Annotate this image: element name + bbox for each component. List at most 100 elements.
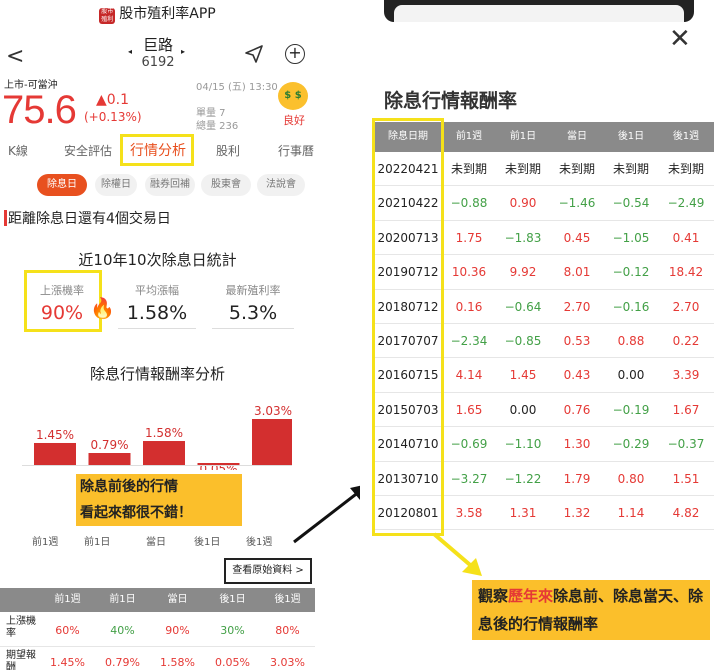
return-cell: 1.45 <box>509 368 537 383</box>
sub-tabs: 除息日 除權日 融券回補 股東會 法說會 <box>0 172 315 198</box>
tab-highlight-box <box>120 134 194 166</box>
money-face-icon: $ $ <box>278 82 308 110</box>
return-cell: −2.49 <box>667 196 705 211</box>
summary-row-label: 期望報酬 <box>6 650 36 670</box>
summary-table-header: 前1週 前1日 當日 後1日 後1週 <box>0 588 315 612</box>
subtab-margin[interactable]: 融券回補 <box>145 174 195 196</box>
return-cell: 未到期 <box>504 162 541 176</box>
col-header: 前1週 <box>455 131 483 142</box>
subtab-shareholder[interactable]: 股東會 <box>201 174 251 196</box>
return-cell: −0.16 <box>612 299 650 314</box>
return-cell: −1.83 <box>504 230 542 245</box>
app-title-bar: 股市 殖利 股市殖利率APP <box>0 0 315 28</box>
summary-cell: 1.58% <box>160 656 195 669</box>
summary-cell: 1.45% <box>50 656 85 669</box>
avg-rise-label: 平均漲幅 <box>135 284 179 297</box>
return-cell: 1.31 <box>509 506 537 520</box>
return-cell: −0.37 <box>667 437 705 452</box>
return-cell: 未到期 <box>667 162 704 176</box>
latest-yield-value: 5.3% <box>228 302 278 324</box>
return-bar-chart: 1.45%0.79%1.58%0.05%3.03% <box>22 404 292 470</box>
bar-value-label: 0.79% <box>90 438 128 452</box>
x-tick-label: 前1週 <box>32 537 59 548</box>
return-cell: −1.10 <box>504 437 542 452</box>
overlay-line: 看起來都很不錯！ <box>80 505 192 521</box>
view-raw-data-button[interactable]: 查看原始資料 > <box>224 558 312 584</box>
col-header: 當日 <box>567 131 587 142</box>
quote-datetime: 04/15 (五) 13:30 <box>196 82 278 93</box>
return-cell: −0.54 <box>612 196 650 211</box>
summary-row-label: 上漲機率 <box>6 616 36 639</box>
bar <box>34 442 76 465</box>
modal-screen-right: ✕ 除息行情報酬率 除息日期 前1週 前1日 當日 後1日 後1週 202204… <box>360 0 720 670</box>
return-cell: 18.42 <box>668 265 704 280</box>
return-cell: 1.51 <box>672 471 700 486</box>
return-cell: 0.45 <box>563 230 591 245</box>
return-cell: −0.88 <box>450 196 488 211</box>
summary-cell: 0.05% <box>215 656 250 669</box>
return-cell: 8.01 <box>563 265 591 280</box>
analysis-title: 除息行情報酬率分析 <box>89 365 225 383</box>
return-cell: 4.14 <box>455 368 483 383</box>
divider <box>0 646 315 647</box>
tab-safety[interactable]: 安全評估 <box>64 136 112 166</box>
return-cell: 0.41 <box>672 230 700 245</box>
x-tick-label: 當日 <box>146 537 166 548</box>
note-highlight: 歷年來 <box>508 587 554 605</box>
avg-rise-value: 1.58% <box>126 302 188 324</box>
return-cell: 0.88 <box>617 334 645 348</box>
return-cell: 0.00 <box>509 402 537 417</box>
price-change: ▲0.1 <box>96 92 130 108</box>
subtab-ex-rights[interactable]: 除權日 <box>95 174 137 196</box>
return-cell: 1.65 <box>455 402 483 417</box>
back-arrow-icon[interactable]: < <box>6 44 24 69</box>
return-cell: −1.22 <box>504 471 542 486</box>
return-cell: 1.30 <box>563 437 591 452</box>
tab-kline[interactable]: K線 <box>8 136 28 166</box>
stock-price: 75.6 <box>2 88 77 132</box>
overlay-comment: 除息前後的行情 看起來都很不錯！ <box>76 474 242 526</box>
tab-dividend[interactable]: 股利 <box>216 136 240 166</box>
mood-label: 良好 <box>283 114 305 127</box>
share-send-icon[interactable] <box>244 44 264 64</box>
fire-icon: 🔥 <box>90 296 115 320</box>
add-watchlist-icon[interactable]: + <box>285 44 305 64</box>
date-column-highlight-box <box>372 118 444 536</box>
bar <box>88 453 131 465</box>
return-cell: 4.82 <box>672 506 700 520</box>
bar <box>252 419 292 465</box>
return-cell: 3.58 <box>455 506 483 520</box>
subtab-ex-dividend[interactable]: 除息日 <box>37 174 87 196</box>
app-screen-left: 股市 殖利 股市殖利率APP < ◂ 巨路 6192 ▸ + 上市-可當沖 04/1… <box>0 0 315 670</box>
x-tick-label: 後1日 <box>194 537 221 548</box>
tab-calendar[interactable]: 行事曆 <box>278 136 314 166</box>
chart-x-labels: 前1週 前1日 當日 後1日 後1週 <box>22 533 292 549</box>
return-cell: 0.90 <box>509 196 537 211</box>
subtab-briefing[interactable]: 法說會 <box>257 174 305 196</box>
total-volume: 總量 236 <box>196 121 239 132</box>
stock-code: 6192 <box>141 55 175 70</box>
return-cell: −1.46 <box>558 196 596 211</box>
summary-col-header: 後1日 <box>219 594 246 605</box>
summary-cell: 3.03% <box>270 656 305 669</box>
summary-col-header: 前1日 <box>109 594 136 605</box>
divider <box>118 328 196 329</box>
return-cell: −0.29 <box>612 437 650 452</box>
next-stock-icon[interactable]: ▸ <box>181 47 185 56</box>
return-cell: 3.39 <box>672 368 700 383</box>
close-icon[interactable]: ✕ <box>669 24 691 54</box>
summary-cell: 90% <box>165 624 190 637</box>
return-cell: 2.70 <box>672 299 700 314</box>
divider <box>212 328 294 329</box>
return-cell: 1.75 <box>455 230 483 245</box>
overlay-line: 除息前後的行情 <box>80 479 178 495</box>
bar <box>143 441 185 465</box>
observation-note: 觀察歷年來除息前、除息當天、除息後的行情報酬率 <box>472 580 710 640</box>
yellow-arrow-icon <box>432 532 482 576</box>
stock-name: 巨路 <box>142 36 173 54</box>
summary-cell: 80% <box>275 624 300 637</box>
bar-value-label: 1.58% <box>145 426 183 440</box>
summary-col-header: 當日 <box>167 594 188 605</box>
summary-cell: 30% <box>220 624 245 637</box>
return-cell: 未到期 <box>450 162 487 176</box>
